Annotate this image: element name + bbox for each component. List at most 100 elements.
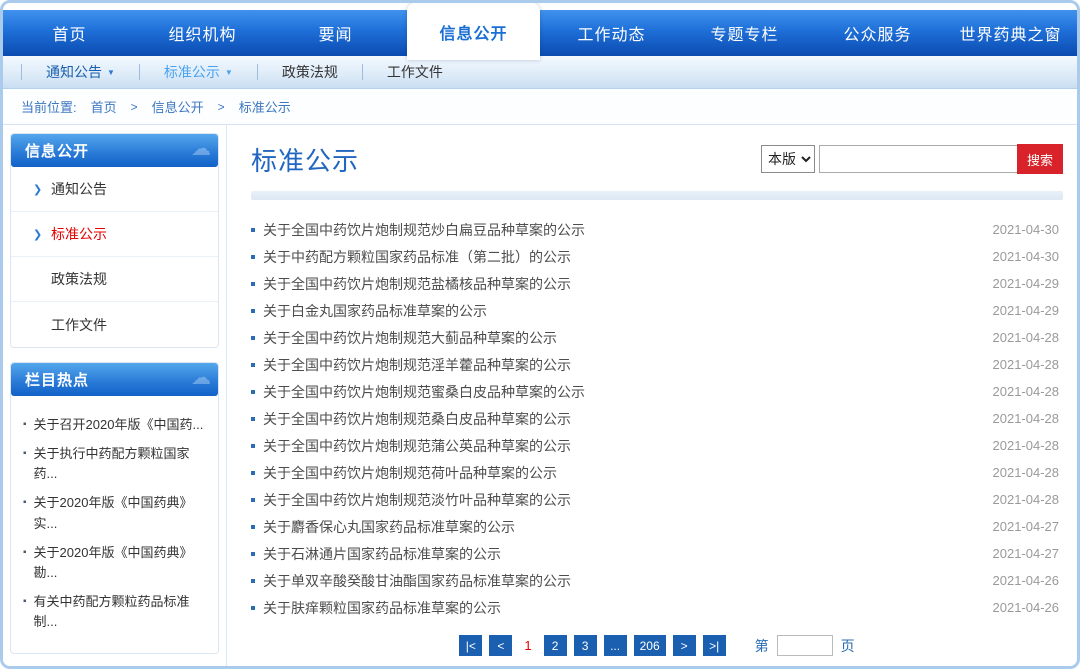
announcement-list: 关于全国中药饮片炮制规范炒白扁豆品种草案的公示2021-04-30关于中药配方颗… [251,216,1063,621]
page-button[interactable]: < [489,635,512,656]
search-button[interactable]: 搜索 [1017,144,1063,174]
hot-list-item[interactable]: ▪关于2020年版《中国药典》实... [23,493,210,533]
news-link[interactable]: 关于中药配方颗粒国家药品标准（第二批）的公示 [251,247,571,267]
page-jump-suffix: 页 [841,636,855,656]
table-row: 关于全国中药饮片炮制规范盐橘核品种草案的公示 2021-04-29 [251,270,1063,297]
hot-item-label: 有关中药配方颗粒药品标准制... [34,592,210,632]
subnav-item[interactable]: 标准公示▼ [139,64,257,80]
news-title: 关于全国中药饮片炮制规范蒲公英品种草案的公示 [263,436,571,456]
sidebar-item[interactable]: ❯标准公示 [11,212,218,257]
table-row: 关于肤痒颗粒国家药品标准草案的公示2021-04-26 [251,594,1063,621]
hot-list-item[interactable]: ▪关于2020年版《中国药典》勘... [23,543,210,583]
nav-tab[interactable]: 组织机构 [136,10,269,56]
news-title: 关于全国中药饮片炮制规范荷叶品种草案的公示 [263,463,557,483]
news-date: 2021-04-29 [993,276,1064,291]
sidebar-item-label: 通知公告 [51,179,107,199]
square-bullet-icon [251,444,255,448]
news-link[interactable]: 关于白金丸国家药品标准草案的公示 [251,301,487,321]
news-title: 关于全国中药饮片炮制规范炒白扁豆品种草案的公示 [263,220,585,240]
subnav-item[interactable]: 工作文件 [362,64,467,80]
square-bullet-icon [251,309,255,313]
hot-item-label: 关于2020年版《中国药典》实... [34,493,210,533]
square-bullet-icon: ▪ [23,415,27,435]
square-bullet-icon [251,579,255,583]
table-row: 关于全国中药饮片炮制规范淫羊藿品种草案的公示2021-04-28 [251,351,1063,378]
hot-list-item[interactable]: ▪有关中药配方颗粒药品标准制... [23,592,210,632]
news-link[interactable]: 关于全国中药饮片炮制规范蜜桑白皮品种草案的公示 [251,382,585,402]
news-link[interactable]: 关于全国中药饮片炮制规范炒白扁豆品种草案的公示 [251,220,585,240]
square-bullet-icon: ▪ [23,592,27,632]
news-link[interactable]: 关于全国中药饮片炮制规范淫羊藿品种草案的公示 [251,355,571,375]
hot-item-label: 关于2020年版《中国药典》勘... [34,543,210,583]
sidebar-item[interactable]: 工作文件 [11,302,218,347]
nav-tab[interactable]: 要闻 [269,10,402,56]
page-button[interactable]: |< [459,635,482,656]
breadcrumb-separator: > [218,100,225,114]
news-link[interactable]: 关于全国中药饮片炮制规范荷叶品种草案的公示 [251,463,557,483]
news-title: 关于单双辛酸癸酸甘油酯国家药品标准草案的公示 [263,571,571,591]
content-area: 信息公开 ☁ ❯通知公告❯标准公示政策法规工作文件 栏目热点 ☁ ▪关于召开20… [3,125,1077,669]
table-row: 关于全国中药饮片炮制规范桑白皮品种草案的公示 2021-04-28 [251,405,1063,432]
square-bullet-icon [251,363,255,367]
news-link[interactable]: 关于全国中药饮片炮制规范淡竹叶品种草案的公示 [251,490,571,510]
nav-tab[interactable]: 专题专栏 [678,10,811,56]
breadcrumb-link[interactable]: 标准公示 [239,97,291,116]
hot-list-item[interactable]: ▪关于召开2020年版《中国药... [23,415,210,435]
cloud-decoration-icon: ☁ [191,365,212,390]
page-button[interactable]: 2 [544,635,567,656]
news-date: 2021-04-27 [993,519,1064,534]
sidebar-item[interactable]: 政策法规 [11,257,218,302]
subnav-item[interactable]: 通知公告▼ [21,64,139,80]
nav-tab[interactable]: 信息公开 [407,3,540,60]
square-bullet-icon [251,417,255,421]
cloud-decoration-icon: ☁ [191,136,212,161]
news-link[interactable]: 关于全国中药饮片炮制规范桑白皮品种草案的公示 [251,409,571,429]
page-button[interactable]: ... [604,635,627,656]
square-bullet-icon [251,336,255,340]
subnav-item[interactable]: 政策法规 [257,64,362,80]
table-row: 关于单双辛酸癸酸甘油酯国家药品标准草案的公示2021-04-26 [251,567,1063,594]
table-row: 关于全国中药饮片炮制规范淡竹叶品种草案的公示2021-04-28 [251,486,1063,513]
news-title: 关于全国中药饮片炮制规范桑白皮品种草案的公示 [263,409,571,429]
main-header: 标准公示 本版 搜索 [251,139,1063,179]
sidebar-item[interactable]: ❯ 通知公告 [11,167,218,212]
news-link[interactable]: 关于麝香保心丸国家药品标准草案的公示 [251,517,515,537]
news-link[interactable]: 关于全国中药饮片炮制规范大蓟品种草案的公示 [251,328,557,348]
news-link[interactable]: 关于石淋通片国家药品标准草案的公示 [251,544,501,564]
nav-tab[interactable]: 世界药典之窗 [944,10,1077,56]
breadcrumb-link[interactable]: 信息公开 [152,97,204,116]
page-button[interactable]: >| [703,635,726,656]
page-jump-input[interactable] [777,635,833,656]
arrow-right-icon: ❯ [33,183,43,196]
news-link[interactable]: 关于全国中药饮片炮制规范盐橘核品种草案的公示 [251,274,571,294]
search-input[interactable] [819,145,1017,173]
page-button[interactable]: > [673,635,696,656]
breadcrumb: 当前位置: 首页>信息公开>标准公示 [3,89,1077,125]
nav-tab[interactable]: 工作动态 [545,10,678,56]
nav-tab[interactable]: 首页 [3,10,136,56]
news-link[interactable]: 关于全国中药饮片炮制规范蒲公英品种草案的公示 [251,436,571,456]
table-row: 关于全国中药饮片炮制规范大蓟品种草案的公示2021-04-28 [251,324,1063,351]
sidebar-info-title: 信息公开 [25,140,89,161]
page-button[interactable]: 206 [634,635,666,656]
news-date: 2021-04-27 [993,546,1064,561]
breadcrumb-link[interactable]: 首页 [91,97,117,116]
title-separator-band [251,191,1063,200]
square-bullet-icon [251,228,255,232]
news-date: 2021-04-28 [993,411,1064,426]
page-frame: 首页组织机构要闻信息公开工作动态专题专栏公众服务世界药典之窗 通知公告▼标准公示… [0,0,1080,669]
square-bullet-icon [251,282,255,286]
news-link[interactable]: 关于单双辛酸癸酸甘油酯国家药品标准草案的公示 [251,571,571,591]
chevron-down-icon: ▼ [107,68,115,77]
news-title: 关于全国中药饮片炮制规范淫羊藿品种草案的公示 [263,355,571,375]
page-button[interactable]: 3 [574,635,597,656]
sidebar-section-info: 信息公开 ☁ ❯ 通知公告 ❯标准公示政策法规工作文件 [10,133,219,348]
search-scope-select[interactable]: 本版 [761,145,815,173]
hot-list-item[interactable]: ▪关于执行中药配方颗粒国家药... [23,444,210,484]
nav-tab[interactable]: 公众服务 [811,10,944,56]
news-title: 关于全国中药饮片炮制规范大蓟品种草案的公示 [263,328,557,348]
news-title: 关于肤痒颗粒国家药品标准草案的公示 [263,598,501,618]
square-bullet-icon [251,525,255,529]
news-link[interactable]: 关于肤痒颗粒国家药品标准草案的公示 [251,598,501,618]
sidebar-info-header: 信息公开 ☁ [11,134,218,167]
